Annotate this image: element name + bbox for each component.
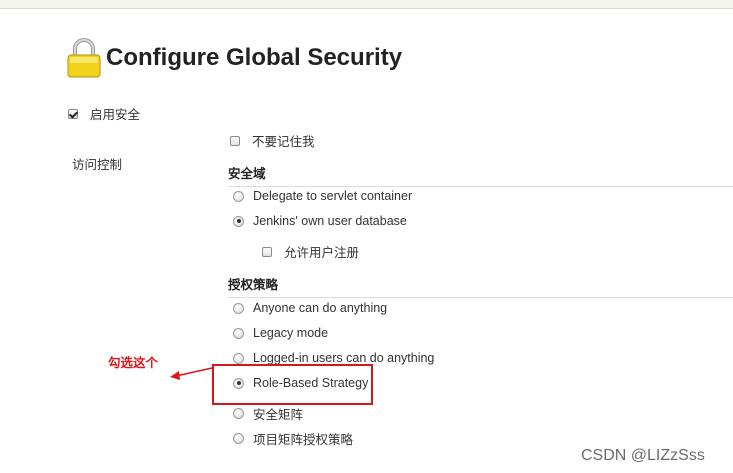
remember-me-checkbox[interactable] xyxy=(230,135,240,146)
highlight-box xyxy=(212,364,373,405)
radio-button[interactable] xyxy=(233,408,244,419)
auth-option-legacy[interactable]: Legacy mode xyxy=(233,326,328,340)
radio-label: Jenkins' own user database xyxy=(253,214,407,228)
auth-option-security-matrix[interactable]: 安全矩阵 xyxy=(233,404,303,423)
watermark: CSDN @LIZzSss xyxy=(581,447,705,464)
auth-option-anyone[interactable]: Anyone can do anything xyxy=(233,301,387,315)
radio-label: Delegate to servlet container xyxy=(253,189,413,203)
security-realm-heading: 安全域 xyxy=(228,163,733,187)
access-control-label: 访问控制 xyxy=(72,158,123,172)
enable-security-checkbox[interactable] xyxy=(68,108,78,119)
realm-option-jenkins-db[interactable]: Jenkins' own user database xyxy=(233,214,407,228)
auth-option-project-matrix[interactable]: 项目矩阵授权策略 xyxy=(233,429,353,448)
radio-button[interactable] xyxy=(233,215,244,227)
realm-option-servlet[interactable]: Delegate to servlet container xyxy=(233,189,412,203)
authorization-heading: 授权策略 xyxy=(228,274,733,298)
radio-label: Logged-in users can do anything xyxy=(253,351,435,365)
allow-signup-checkbox-row[interactable]: 允许用户注册 xyxy=(262,242,359,261)
radio-label: 安全矩阵 xyxy=(253,408,304,422)
auth-option-logged-in[interactable]: Logged-in users can do anything xyxy=(233,351,434,365)
radio-button[interactable] xyxy=(233,433,244,444)
arrow-left-icon xyxy=(170,367,213,380)
allow-signup-label: 允许用户注册 xyxy=(284,246,360,260)
radio-button[interactable] xyxy=(233,302,244,314)
radio-label: 项目矩阵授权策略 xyxy=(253,433,354,447)
annotation-text: 勾选这个 xyxy=(108,356,159,370)
enable-security-checkbox-row[interactable]: 启用安全 xyxy=(68,104,140,123)
radio-label: Legacy mode xyxy=(253,326,329,340)
lock-icon xyxy=(67,38,101,78)
page-title: Configure Global Security xyxy=(106,44,403,71)
remember-me-label: 不要记住我 xyxy=(252,135,315,149)
radio-label: Anyone can do anything xyxy=(253,301,388,315)
radio-button[interactable] xyxy=(233,327,244,339)
radio-button[interactable] xyxy=(233,190,244,202)
radio-button[interactable] xyxy=(233,352,244,364)
top-bar xyxy=(0,0,733,9)
remember-me-checkbox-row[interactable]: 不要记住我 xyxy=(230,131,315,150)
enable-security-label: 启用安全 xyxy=(90,108,141,122)
allow-signup-checkbox[interactable] xyxy=(262,246,272,257)
